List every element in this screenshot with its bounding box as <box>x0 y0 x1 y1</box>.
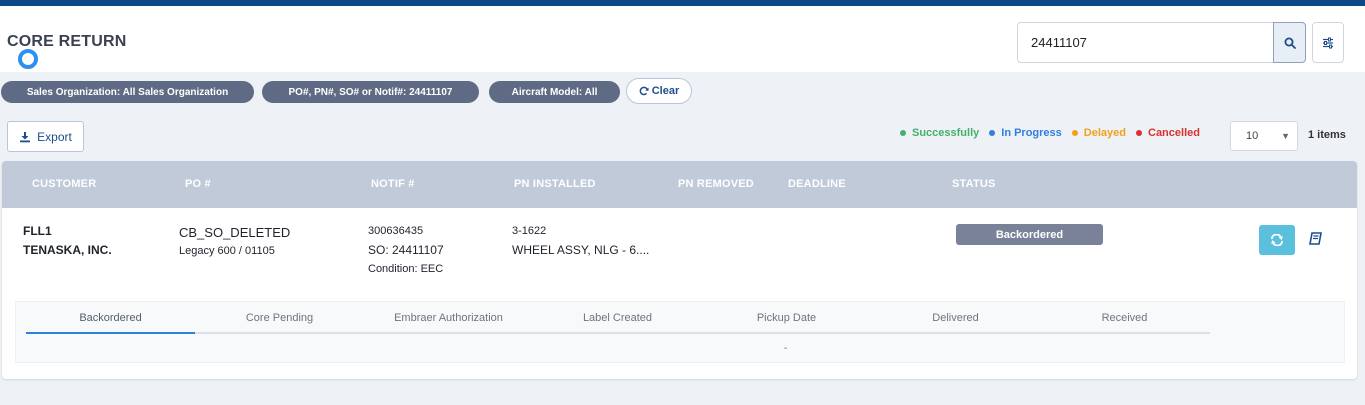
core-return-action-button[interactable] <box>1259 225 1295 255</box>
search-button[interactable] <box>1273 22 1306 63</box>
page-size-value: 10 <box>1246 130 1259 142</box>
notif-cell: 300636435 SO: 24411107 Condition: EEC <box>368 222 444 279</box>
tracker-step-pickup-date: Pickup Date <box>756 312 817 324</box>
tracker-value: - <box>784 343 788 354</box>
tracker-step-label-created: Label Created <box>582 312 653 324</box>
column-header-customer[interactable]: CUSTOMER <box>32 178 96 190</box>
loading-spinner-icon <box>18 49 38 69</box>
column-header-po[interactable]: PO # <box>185 178 211 190</box>
legend-item-in-progress: In Progress <box>989 127 1062 139</box>
tracker-step-received: Received <box>1101 312 1148 324</box>
tracker-step-embraer-authorization: Embraer Authorization <box>394 312 503 324</box>
status-legend: Successfully In Progress Delayed Cancell… <box>900 127 1200 139</box>
filter-chip-search-number[interactable]: PO#, PN#, SO# or Notif#: 24411107 <box>262 81 479 103</box>
legend-label: Delayed <box>1083 127 1126 139</box>
export-button[interactable]: Export <box>7 121 84 152</box>
search-input[interactable]: 24411107 <box>1017 22 1274 63</box>
column-header-pn-installed[interactable]: PN INSTALLED <box>514 178 596 190</box>
tracker-step-core-pending: Core Pending <box>245 312 314 324</box>
so-number: SO: 24411107 <box>368 243 444 257</box>
customer-code: FLL1 <box>23 224 52 238</box>
download-icon <box>20 131 31 142</box>
clear-filters-button[interactable]: Clear <box>626 78 692 104</box>
filter-chip-aircraft-model[interactable]: Aircraft Model: All <box>489 81 620 103</box>
clear-filters-label: Clear <box>651 85 680 97</box>
chevron-down-icon: ▼ <box>1281 131 1290 141</box>
po-aircraft: Legacy 600 / 01105 <box>179 245 275 257</box>
column-header-deadline[interactable]: DEADLINE <box>788 178 846 190</box>
pn-installed-description: WHEEL ASSY, NLG - 6.... <box>512 243 650 257</box>
column-header-pn-removed[interactable]: PN REMOVED <box>678 178 754 190</box>
notif-number: 300636435 <box>368 225 424 237</box>
page-header: CORE RETURN 24411107 <box>0 6 1365 72</box>
legend-dot <box>989 130 996 136</box>
pn-installed-number: 3-1622 <box>512 225 547 237</box>
tracker-step-delivered: Delivered <box>932 312 979 324</box>
condition: Condition: EEC <box>368 263 444 275</box>
tracker-line-active <box>26 332 195 334</box>
legend-dot <box>900 130 906 136</box>
table-header: CUSTOMER PO # NOTIF # PN INSTALLED PN RE… <box>2 161 1357 208</box>
page-size-select[interactable]: 10 ▼ <box>1230 121 1298 151</box>
item-count: 1 items <box>1308 129 1346 141</box>
column-header-status[interactable]: STATUS <box>952 178 996 190</box>
status-tracker: Backordered Core Pending Embraer Authori… <box>15 301 1345 363</box>
tracker-step-backordered: Backordered <box>79 312 142 324</box>
column-header-notif[interactable]: NOTIF # <box>371 178 415 190</box>
po-cell: CB_SO_DELETED Legacy 600 / 01105 <box>179 223 290 261</box>
po-number: CB_SO_DELETED <box>179 225 291 240</box>
customer-cell: FLL1 TENASKA, INC. <box>23 222 112 260</box>
search-icon <box>1284 37 1296 49</box>
book-icon[interactable] <box>1308 231 1324 247</box>
sliders-icon <box>1323 37 1333 48</box>
filter-chip-sales-organization[interactable]: Sales Organization: All Sales Organizati… <box>1 81 254 103</box>
legend-label: Cancelled <box>1148 127 1200 139</box>
results-card: CUSTOMER PO # NOTIF # PN INSTALLED PN RE… <box>2 161 1357 379</box>
legend-label: Successfully <box>912 127 980 139</box>
legend-dot <box>1136 130 1142 136</box>
tracker-line <box>26 332 1210 334</box>
exchange-icon <box>1271 234 1283 246</box>
pn-installed-cell: 3-1622 WHEEL ASSY, NLG - 6.... <box>512 222 649 260</box>
customer-name: TENASKA, INC. <box>23 243 112 257</box>
legend-dot <box>1071 130 1078 136</box>
legend-item-cancelled: Cancelled <box>1136 127 1200 139</box>
legend-item-delayed: Delayed <box>1071 127 1126 139</box>
advanced-filter-button[interactable] <box>1312 22 1344 63</box>
export-label: Export <box>37 129 72 144</box>
legend-item-successfully: Successfully <box>900 127 979 139</box>
status-badge: Backordered <box>956 224 1103 245</box>
legend-label: In Progress <box>1001 127 1062 139</box>
refresh-icon <box>639 86 649 96</box>
